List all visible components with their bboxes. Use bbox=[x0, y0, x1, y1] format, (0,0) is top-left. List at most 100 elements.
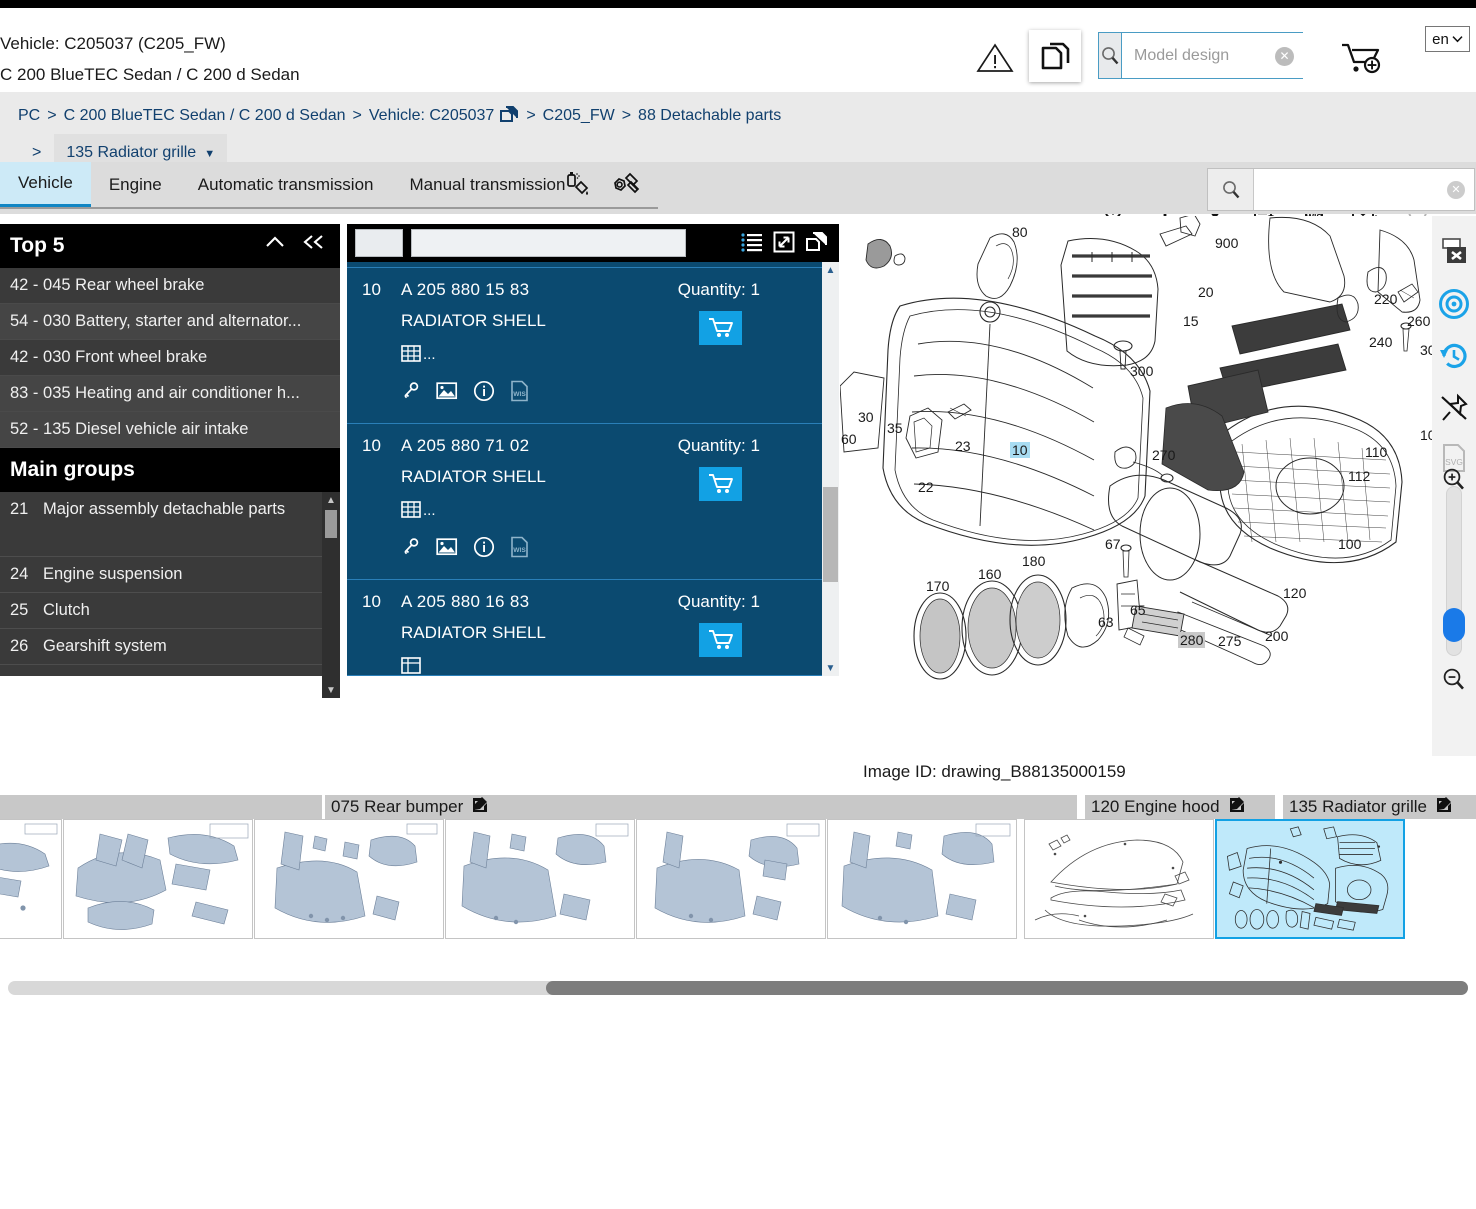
sidebar-item-group-25[interactable]: 25 Clutch bbox=[0, 593, 340, 629]
info-circle-icon[interactable] bbox=[473, 536, 495, 563]
chevron-up-icon[interactable] bbox=[264, 232, 286, 256]
thumbnail-item-selected[interactable] bbox=[1215, 819, 1405, 939]
sidebar-item-top5-4[interactable]: 52 - 135 Diesel vehicle air intake bbox=[0, 412, 340, 448]
thumbnail-item[interactable] bbox=[636, 819, 826, 939]
thumbnail-strip: 075 Rear bumper 120 Engine hood 135 Radi… bbox=[0, 795, 1476, 943]
copy-window-icon[interactable] bbox=[805, 231, 829, 258]
parts-filter-pos-input[interactable] bbox=[355, 229, 403, 257]
scrollbar-thumb[interactable] bbox=[823, 487, 838, 582]
target-focus-icon[interactable] bbox=[1432, 280, 1476, 328]
parts-search-box[interactable]: ✕ bbox=[1207, 168, 1475, 211]
model-search-clear-icon[interactable]: ✕ bbox=[1275, 47, 1294, 66]
thumbnail-item[interactable] bbox=[1024, 819, 1214, 939]
parts-filter-text-input[interactable] bbox=[411, 229, 686, 257]
add-part-to-cart-button[interactable] bbox=[699, 623, 742, 657]
image-icon[interactable] bbox=[436, 537, 458, 562]
zoom-out-icon[interactable] bbox=[1432, 656, 1476, 704]
thumbnail-group-engine-hood[interactable]: 120 Engine hood bbox=[1085, 795, 1275, 819]
paint-spray-icon[interactable] bbox=[563, 170, 593, 205]
breadcrumb-item-3[interactable]: C205_FW bbox=[543, 107, 615, 124]
part-card[interactable]: 10 A 205 880 71 02 RADIATOR SHELL ... WI… bbox=[347, 424, 822, 580]
breadcrumb-item-1[interactable]: C 200 BlueTEC Sedan / C 200 d Sedan bbox=[64, 107, 346, 124]
unpin-icon[interactable] bbox=[1432, 384, 1476, 432]
group-number: 24 bbox=[10, 565, 29, 583]
scroll-down-arrow-icon[interactable]: ▼ bbox=[322, 682, 340, 698]
history-reset-icon[interactable] bbox=[1432, 332, 1476, 380]
group-label: Engine suspension bbox=[43, 565, 183, 583]
tab-engine[interactable]: Engine bbox=[91, 162, 180, 207]
edit-pencil-icon[interactable] bbox=[1228, 796, 1246, 819]
part-grid-expand[interactable] bbox=[401, 656, 421, 676]
breadcrumb-sep: > bbox=[352, 107, 362, 124]
model-search-icon[interactable] bbox=[1099, 33, 1122, 78]
thumbnail-item[interactable] bbox=[254, 819, 444, 939]
expand-icon[interactable] bbox=[773, 231, 795, 258]
thumbnail-group-label-blank bbox=[0, 795, 322, 819]
thumbnail-item[interactable] bbox=[445, 819, 635, 939]
add-part-to-cart-button[interactable] bbox=[699, 311, 742, 345]
warning-triangle-icon[interactable] bbox=[975, 42, 1015, 74]
scroll-down-arrow-icon[interactable]: ▼ bbox=[822, 660, 839, 676]
horizontal-scrollbar-thumb[interactable] bbox=[546, 981, 1468, 995]
edit-pencil-icon[interactable] bbox=[471, 796, 489, 819]
sidebar-item-top5-2[interactable]: 42 - 030 Front wheel brake bbox=[0, 340, 340, 376]
thumbnail-group-labels: 075 Rear bumper 120 Engine hood 135 Radi… bbox=[0, 795, 1476, 819]
vehicle-model-line: C 200 BlueTEC Sedan / C 200 d Sedan bbox=[0, 65, 300, 84]
sidebar-item-top5-3[interactable]: 83 - 035 Heating and air conditioner h..… bbox=[0, 376, 340, 412]
zoom-slider-handle[interactable] bbox=[1443, 608, 1465, 642]
callout-10-selected[interactable]: 10 bbox=[1010, 442, 1030, 458]
thumbnail-item[interactable] bbox=[0, 819, 62, 939]
language-selector[interactable]: en bbox=[1425, 26, 1470, 52]
sidebar-item-group-21[interactable]: 21 Major assembly detachable parts bbox=[0, 492, 340, 557]
model-search-input[interactable] bbox=[1122, 33, 1343, 78]
part-card[interactable]: 10 A 205 880 15 83 RADIATOR SHELL ... WI… bbox=[347, 268, 822, 424]
info-circle-icon[interactable] bbox=[473, 380, 495, 407]
sidebar-scrollbar[interactable]: ▲ ▼ bbox=[322, 492, 340, 698]
callout-30: 30 bbox=[858, 409, 874, 425]
sidebar-item-top5-1[interactable]: 54 - 030 Battery, starter and alternator… bbox=[0, 304, 340, 340]
scroll-up-arrow-icon[interactable]: ▲ bbox=[322, 492, 340, 508]
breadcrumb-copy-icon[interactable] bbox=[499, 103, 519, 134]
add-part-to-cart-button[interactable] bbox=[699, 467, 742, 501]
tab-label: Vehicle bbox=[18, 173, 73, 192]
parts-search-clear-icon[interactable]: ✕ bbox=[1447, 181, 1465, 199]
close-window-icon[interactable] bbox=[1432, 228, 1476, 276]
thumbnail-item[interactable] bbox=[63, 819, 253, 939]
list-view-icon[interactable] bbox=[741, 232, 763, 257]
thumbnail-list bbox=[0, 819, 1406, 939]
collapse-sidebar-icon[interactable] bbox=[302, 232, 326, 256]
key-icon[interactable] bbox=[401, 537, 421, 562]
sidebar-item-top5-0[interactable]: 42 - 045 Rear wheel brake bbox=[0, 268, 340, 304]
group-label: Gearshift system bbox=[43, 637, 167, 655]
key-icon[interactable] bbox=[401, 381, 421, 406]
callout-112: 112 bbox=[1348, 468, 1371, 484]
horizontal-scrollbar[interactable] bbox=[8, 981, 1468, 995]
breadcrumb-item-0[interactable]: PC bbox=[18, 107, 40, 124]
add-to-cart-icon[interactable] bbox=[1338, 38, 1386, 78]
top5-label: 52 - 135 Diesel vehicle air intake bbox=[10, 420, 249, 438]
edit-pencil-icon[interactable] bbox=[1435, 796, 1453, 819]
copy-documents-icon[interactable] bbox=[1029, 30, 1081, 82]
part-grid-expand[interactable]: ... bbox=[401, 344, 436, 364]
sidebar-item-group-26[interactable]: 26 Gearshift system bbox=[0, 629, 340, 665]
breadcrumb-item-4[interactable]: 88 Detachable parts bbox=[638, 107, 781, 124]
technical-drawing-canvas[interactable]: 30 35 80 900 20 15 300 60 23 10 22 270 2… bbox=[840, 216, 1476, 756]
scroll-up-arrow-icon[interactable]: ▲ bbox=[822, 262, 839, 278]
tab-automatic-transmission[interactable]: Automatic transmission bbox=[180, 162, 392, 207]
tab-vehicle[interactable]: Vehicle bbox=[0, 162, 91, 207]
scrollbar-thumb[interactable] bbox=[325, 510, 337, 538]
sidebar-item-group-24[interactable]: 24 Engine suspension bbox=[0, 557, 340, 593]
thumbnail-group-radiator-grille[interactable]: 135 Radiator grille bbox=[1283, 795, 1476, 819]
model-search-box[interactable]: ✕ bbox=[1098, 32, 1343, 79]
parts-list-scrollbar[interactable]: ▲ ▼ bbox=[822, 262, 839, 676]
tab-manual-transmission[interactable]: Manual transmission bbox=[392, 162, 584, 207]
breadcrumb-item-2[interactable]: Vehicle: C205037 bbox=[369, 107, 494, 124]
part-card[interactable]: 10 A 205 880 16 83 RADIATOR SHELL Quanti… bbox=[347, 580, 822, 676]
thumbnail-item[interactable] bbox=[827, 819, 1017, 939]
nut-bolt-icon[interactable] bbox=[611, 170, 641, 205]
part-grid-expand[interactable]: ... bbox=[401, 500, 436, 520]
image-icon[interactable] bbox=[436, 381, 458, 406]
thumbnail-group-rear-bumper[interactable]: 075 Rear bumper bbox=[325, 795, 1077, 819]
parts-search-icon[interactable] bbox=[1208, 169, 1254, 210]
parts-search-input[interactable] bbox=[1254, 169, 1474, 210]
